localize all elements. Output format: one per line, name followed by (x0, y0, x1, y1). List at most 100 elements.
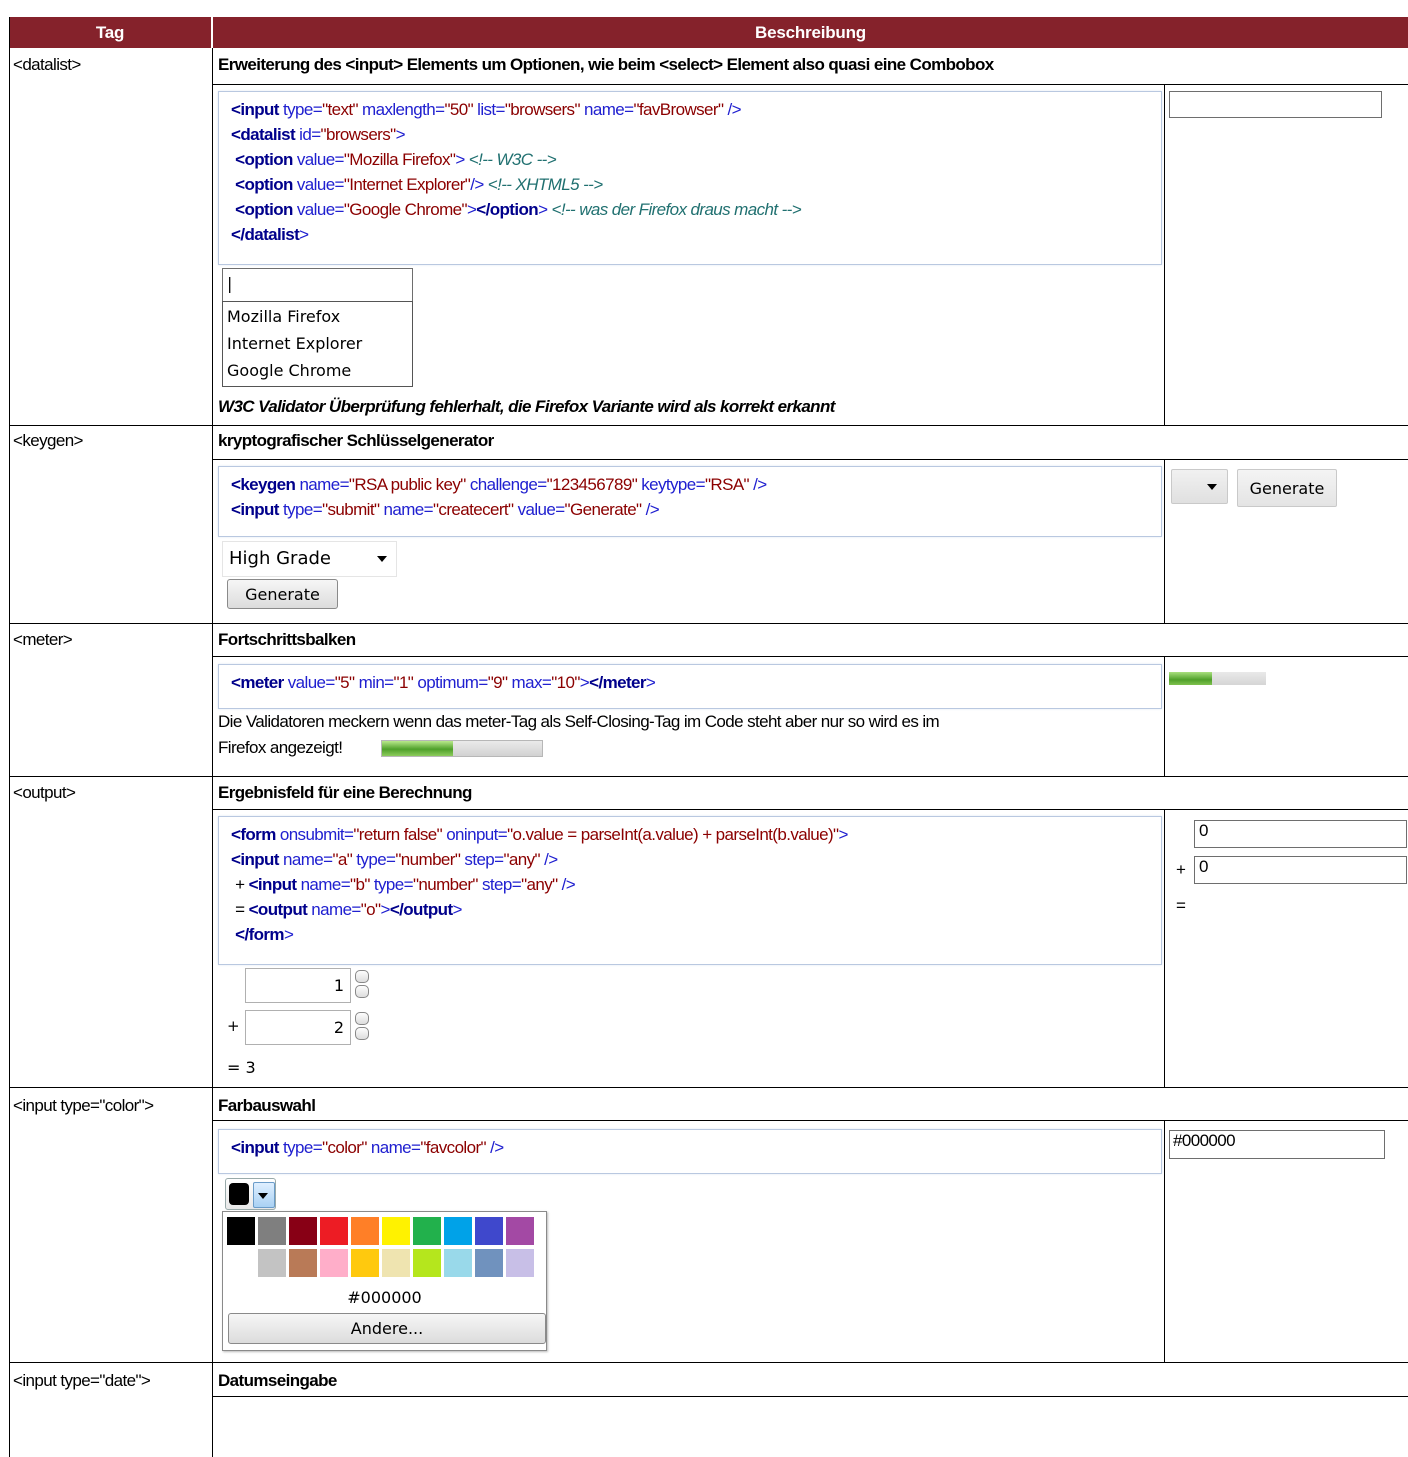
datalist-option[interactable]: Mozilla Firefox (227, 307, 340, 326)
meter-fill (382, 741, 454, 756)
color-swatch[interactable] (351, 1217, 379, 1245)
code-token: /> (641, 500, 660, 519)
code-token: name= (295, 475, 349, 494)
spinner-up-icon[interactable] (355, 1012, 369, 1025)
live-column-divider (1164, 810, 1165, 1087)
color-swatch[interactable] (289, 1249, 317, 1277)
color-swatch[interactable] (320, 1249, 348, 1277)
desc-color: Farbauswahl (218, 1096, 316, 1115)
spinner-down-icon[interactable] (355, 985, 369, 998)
color-swatch[interactable] (413, 1217, 441, 1245)
left-border (9, 17, 10, 1457)
code-token: <option (235, 175, 293, 194)
code-token: > (838, 825, 848, 844)
code-token: optimum= (413, 673, 488, 692)
code-token: type= (278, 500, 323, 519)
live-generate-button[interactable]: Generate (1237, 469, 1337, 507)
keygen-select[interactable]: High Grade (222, 541, 397, 577)
tag-datalist: <datalist> (13, 55, 81, 74)
code-line: <input type="submit" name="createcert" v… (231, 500, 660, 520)
color-swatch[interactable] (226, 1216, 256, 1246)
note-meter-2: Firefox angezeigt! (218, 738, 343, 757)
code-token: name= (366, 1138, 421, 1157)
code-token: </output (389, 900, 453, 919)
spinner-down-icon[interactable] (355, 1027, 369, 1040)
code-token: "number" (412, 875, 479, 894)
code-token: > (299, 225, 309, 244)
color-swatch[interactable] (320, 1217, 348, 1245)
color-swatch[interactable] (444, 1217, 472, 1245)
live-number-input-a[interactable]: 0 (1194, 820, 1407, 848)
color-swatch[interactable] (289, 1217, 317, 1245)
other-colors-button[interactable]: Andere... (228, 1313, 546, 1344)
code-token: "return false" (353, 825, 443, 844)
color-swatch[interactable] (475, 1249, 503, 1277)
code-token: > (645, 673, 656, 692)
color-swatch[interactable] (413, 1249, 441, 1277)
color-swatch[interactable] (258, 1249, 286, 1277)
keygen-select-value: High Grade (229, 548, 331, 569)
datalist-option[interactable]: Internet Explorer (227, 334, 362, 353)
color-swatch[interactable] (444, 1249, 472, 1277)
live-datalist-input[interactable] (1169, 91, 1382, 118)
code-token: "10" (551, 673, 580, 692)
code-line: <datalist id="browsers"> (231, 125, 406, 145)
code-token: type= (278, 100, 323, 119)
datalist-input[interactable]: | (222, 268, 413, 302)
code-token: "5" (334, 673, 355, 692)
color-swatch[interactable] (506, 1249, 534, 1277)
generate-button[interactable]: Generate (227, 579, 338, 609)
code-token: value= (292, 175, 345, 194)
code-token: "Internet Explorer" (343, 175, 471, 194)
code-token: "o" (360, 900, 381, 919)
live-color-input[interactable]: #000000 (1169, 1130, 1385, 1159)
color-swatch[interactable] (475, 1217, 503, 1245)
datalist-dropdown[interactable]: Mozilla Firefox Internet Explorer Google… (222, 301, 413, 387)
code-token: "favBrowser" (633, 100, 724, 119)
code-token: </option (476, 200, 539, 219)
header-tag: Tag (9, 17, 211, 48)
tag-date: <input type="date"> (13, 1371, 151, 1390)
datalist-option[interactable]: Google Chrome (227, 361, 351, 380)
code-token: /> (470, 175, 484, 194)
code-token: > (455, 150, 465, 169)
code-token: "browsers" (504, 100, 581, 119)
subheader-line (213, 1120, 1408, 1121)
color-swatch[interactable] (351, 1249, 379, 1277)
code-block-datalist: <input type="text" maxlength="50" list="… (218, 91, 1162, 265)
code-token: max= (507, 673, 552, 692)
code-token: "Google Chrome" (343, 200, 468, 219)
code-token: <input (231, 1138, 279, 1157)
code-token: </datalist (231, 225, 300, 244)
row-divider (10, 623, 1408, 624)
code-token: "b" (350, 875, 370, 894)
code-block-meter: <meter value="5" min="1" optimum="9" max… (218, 664, 1162, 709)
color-swatch[interactable] (506, 1217, 534, 1245)
live-keygen-select[interactable] (1171, 469, 1228, 504)
code-token: <form (231, 825, 276, 844)
color-swatch[interactable] (382, 1249, 410, 1277)
code-line: <option value="Internet Explorer"/> <!--… (231, 175, 603, 195)
code-token: "RSA" (704, 475, 750, 494)
code-token: "browsers" (320, 125, 397, 144)
code-token: "50" (444, 100, 474, 119)
code-line: <input type="text" maxlength="50" list="… (231, 100, 742, 120)
number-input-b[interactable]: 2 (245, 1010, 351, 1045)
code-line: </form> (231, 925, 294, 945)
color-swatch[interactable] (382, 1217, 410, 1245)
code-token: /> (539, 850, 558, 869)
code-line: <form onsubmit="return false" oninput="o… (231, 825, 848, 845)
live-number-input-b[interactable]: 0 (1194, 856, 1407, 884)
color-swatch[interactable] (227, 1249, 255, 1277)
code-token: value= (292, 150, 345, 169)
color-picker-button[interactable] (225, 1178, 276, 1210)
desc-meter: Fortschrittsbalken (218, 630, 356, 649)
number-input-a[interactable]: 1 (245, 968, 351, 1003)
code-token: <keygen (231, 475, 296, 494)
spinner-up-icon[interactable] (355, 970, 369, 983)
code-token: <!-- was der Firefox draus macht --> (547, 200, 802, 219)
code-token: "any" (503, 850, 540, 869)
color-swatch[interactable] (258, 1217, 286, 1245)
code-token: </form (235, 925, 284, 944)
code-token: name= (379, 500, 434, 519)
